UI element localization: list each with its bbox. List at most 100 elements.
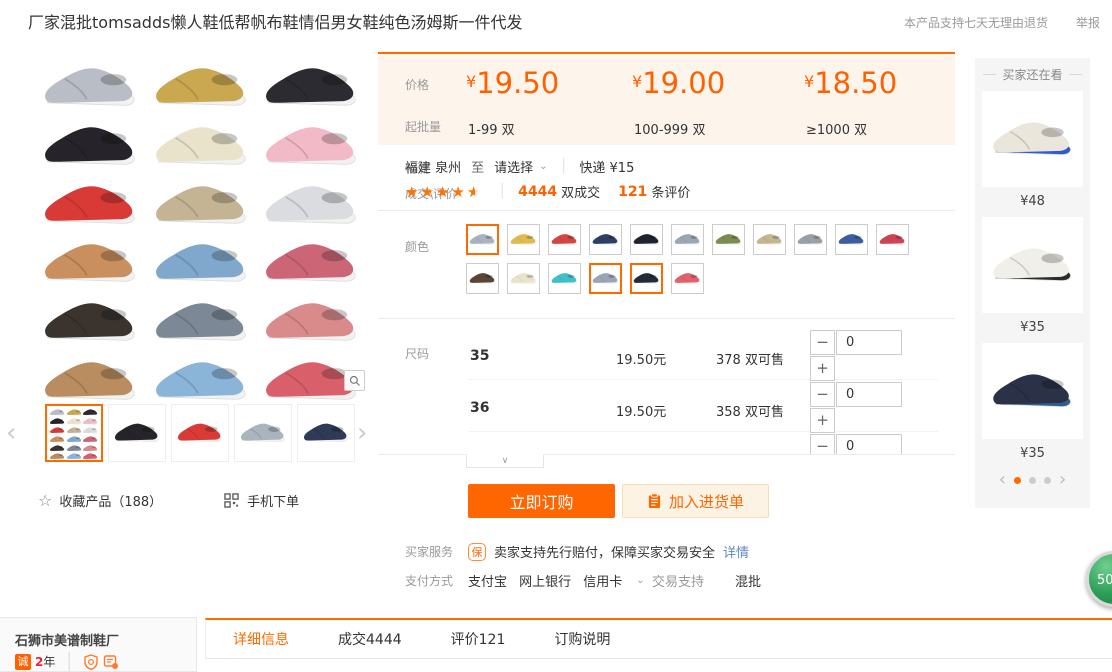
magnifier-icon[interactable] [344, 370, 365, 391]
qty-input[interactable] [836, 434, 902, 454]
mobile-order-button[interactable]: 手机下单 [247, 491, 299, 510]
favorite-button[interactable]: 收藏产品（188） [59, 491, 162, 510]
tab-item[interactable]: 成交4444 [338, 629, 402, 649]
order-now-button[interactable]: 立即订购 [468, 484, 615, 518]
color-swatch[interactable] [876, 224, 909, 255]
qty-plus-button[interactable]: + [810, 356, 835, 381]
collage-shoe [146, 117, 257, 176]
detail-tabbar: 详细信息 成交4444 评价121 订购说明 [205, 618, 1112, 659]
tab-item[interactable]: 订购说明 [554, 629, 610, 649]
color-swatch[interactable] [507, 263, 540, 294]
size-price: 19.50元 [616, 401, 666, 420]
thumb-next-icon[interactable]: › [357, 418, 367, 448]
color-swatch[interactable] [671, 224, 704, 255]
sidebar-product[interactable]: ¥35 [982, 217, 1083, 335]
color-swatch[interactable] [548, 263, 581, 294]
color-swatch[interactable] [630, 263, 663, 294]
pager-prev-icon[interactable]: ‹ [999, 473, 1006, 487]
qty-minus-button[interactable]: − [810, 382, 835, 407]
thumbnail[interactable] [171, 404, 229, 462]
size-stock: 358 双可售 [716, 401, 784, 420]
color-swatch[interactable] [466, 263, 499, 294]
page: 厂家混批tomsadds懒人鞋低帮帆布鞋情侣男女鞋纯色汤姆斯一件代发 本产品支持… [0, 0, 1112, 672]
color-swatch[interactable] [712, 224, 745, 255]
sidebar-product-price: ¥35 [982, 439, 1083, 461]
sidebar-title: 买家还在看 [975, 66, 1090, 83]
currency: ¥ [632, 72, 642, 91]
tier-qty: ≥1000 双 [806, 119, 867, 138]
report-link[interactable]: 举报 [1076, 14, 1100, 31]
destination-select[interactable]: 请选择 [494, 157, 533, 176]
related-sidebar: 买家还在看 ¥48 ¥35 ¥35 ‹ › [975, 58, 1090, 508]
color-swatch[interactable] [466, 224, 499, 255]
floating-promo-ball[interactable]: 50 [1086, 551, 1112, 607]
sidebar-product-price: ¥35 [982, 313, 1083, 335]
guarantee-badge-icon: 保 [468, 543, 486, 561]
collage-shoe [256, 293, 367, 352]
collage-shoe [146, 176, 257, 235]
main-image-grid [35, 58, 367, 395]
pager-dot[interactable] [1029, 477, 1036, 484]
color-swatch[interactable] [589, 263, 622, 294]
star-icon: ★ [436, 183, 451, 201]
color-swatch[interactable] [548, 224, 581, 255]
sidebar-product[interactable]: ¥48 [982, 91, 1083, 209]
collage-shoe [256, 176, 367, 235]
caret-down-icon: ⌄ [539, 161, 547, 172]
color-swatch[interactable] [507, 224, 540, 255]
main-product-image[interactable] [35, 58, 367, 395]
color-swatch-list [466, 224, 940, 294]
caret-down-icon[interactable]: ⌄ [636, 575, 644, 586]
collage-shoe [35, 352, 146, 411]
qty-minus-button[interactable]: − [810, 434, 835, 454]
trade-support-value: 混批 [735, 571, 761, 590]
pager-dot[interactable] [1044, 477, 1051, 484]
qty-plus-button[interactable]: + [810, 408, 835, 433]
color-swatch[interactable] [753, 224, 786, 255]
thumbnail[interactable] [45, 404, 103, 462]
divider [378, 454, 955, 455]
currency: ¥ [466, 72, 476, 91]
tier-price: 18.50 [814, 66, 897, 100]
pager-dot[interactable] [1014, 477, 1021, 484]
service-detail-link[interactable]: 详情 [723, 542, 749, 561]
size-table: 3519.50元378 双可售−+3619.50元358 双可售−+−+ [468, 328, 938, 454]
color-swatch[interactable] [835, 224, 868, 255]
reviews-count-link[interactable]: 121 [618, 184, 647, 200]
thumbnail[interactable] [234, 404, 292, 462]
qr-icon [224, 493, 239, 508]
sidebar-product[interactable]: ¥35 [982, 343, 1083, 461]
size-label: 尺码 [405, 345, 429, 362]
star-icon: ☆ [38, 491, 52, 510]
sidebar-product-image[interactable] [982, 217, 1083, 313]
color-swatch[interactable] [589, 224, 622, 255]
qty-input[interactable] [836, 330, 902, 355]
deals-count-link[interactable]: 4444 [518, 184, 557, 200]
sidebar-product-image[interactable] [982, 91, 1083, 187]
sidebar-product-image[interactable] [982, 343, 1083, 439]
currency: ¥ [804, 72, 814, 91]
separator: │ [560, 159, 568, 174]
color-swatch[interactable] [630, 224, 663, 255]
pager-next-icon[interactable]: › [1059, 473, 1066, 487]
divider [378, 210, 955, 211]
size-price: 19.50元 [616, 349, 666, 368]
qty-minus-button[interactable]: − [810, 330, 835, 355]
tab-item[interactable]: 评价121 [451, 629, 506, 649]
logistics-row: 福建 泉州 至 请选择 ⌄ │ 快递 ¥15 [405, 157, 634, 176]
color-swatch[interactable] [794, 224, 827, 255]
thumbnail[interactable] [297, 404, 355, 462]
logistics-origin: 福建 泉州 [405, 157, 461, 176]
qty-input[interactable] [836, 382, 902, 407]
seller-name-link[interactable]: 石狮市美谱制鞋厂 [15, 630, 119, 649]
trade-support-label: 交易支持 [652, 571, 704, 590]
thumb-prev-icon[interactable]: ‹ [6, 418, 16, 448]
add-to-cart-button[interactable]: 加入进货单 [622, 484, 769, 518]
half-star-icon: ★★ [467, 183, 482, 201]
expand-sizes-button[interactable]: ∨ [466, 454, 544, 468]
shield-icon [83, 654, 103, 670]
tab-active[interactable]: 详细信息 [233, 629, 289, 649]
color-swatch[interactable] [671, 263, 704, 294]
thumbnail[interactable] [108, 404, 166, 462]
star-icon: ★ [420, 183, 435, 201]
